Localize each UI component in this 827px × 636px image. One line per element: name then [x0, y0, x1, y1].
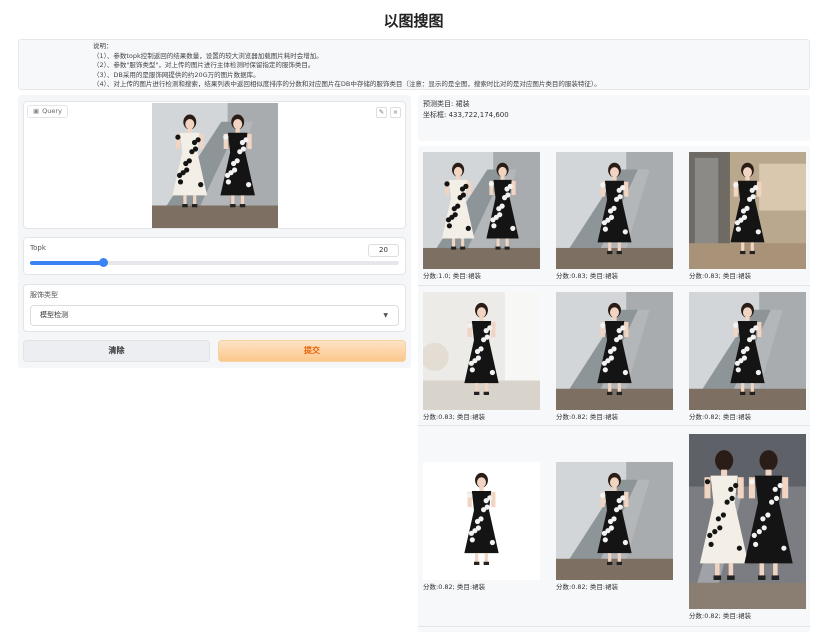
result-caption: 分数:1.0; 类目:裙装 [423, 272, 481, 280]
bounding-box-coords: 坐标框: 433,722,174,600 [423, 111, 509, 119]
description-line: （2）、参数"服饰类型"，对上传的图片进行主体检测时保留指定的服饰类目。 [93, 61, 315, 70]
topk-slider[interactable] [30, 258, 399, 267]
clothing-type-group: 服饰类型 模型检测 ▼ [23, 284, 406, 332]
result-caption: 分数:0.83; 类目:裙装 [556, 272, 619, 280]
result-item[interactable]: 分数:0.82; 类目:裙装 [556, 462, 673, 592]
page-title: 以图搜图 [383, 12, 444, 30]
result-item[interactable]: 分数:0.82; 类目:裙装 [689, 434, 806, 622]
close-icon[interactable]: × [390, 107, 401, 118]
row-divider [418, 285, 810, 286]
result-caption: 分数:0.82; 类目:裙装 [689, 413, 752, 421]
row-divider [418, 626, 810, 627]
result-item[interactable]: 分数:0.83; 类目:裙装 [689, 152, 806, 280]
row-divider [418, 425, 810, 426]
query-label: Query [42, 107, 62, 115]
result-item[interactable]: 分数:0.82; 类目:裙装 [689, 292, 806, 421]
description-line: 说明： [93, 42, 113, 50]
result-image [423, 292, 540, 410]
result-image [423, 152, 540, 269]
query-label-tag: ▣ Query [27, 105, 68, 118]
chevron-down-icon: ▼ [383, 312, 388, 319]
description-line: （1）、参数topk控制返回的结果数量，设置的较大浏览器加载图片耗时会增加。 [93, 51, 323, 60]
result-caption: 分数:0.82; 类目:裙装 [423, 583, 486, 591]
query-image [152, 103, 278, 228]
slider-thumb[interactable] [99, 258, 109, 267]
result-image [689, 152, 806, 269]
result-image [556, 152, 673, 269]
result-image [689, 434, 806, 609]
result-caption: 分数:0.82; 类目:裙装 [556, 583, 619, 591]
result-item[interactable]: 分数:0.82; 类目:裙装 [423, 462, 540, 592]
result-caption: 分数:0.82; 类目:裙装 [689, 612, 752, 620]
description-panel: 说明： （1）、参数topk控制返回的结果数量，设置的较大浏览器加载图片耗时会增… [18, 39, 810, 90]
result-image [423, 462, 540, 580]
image-icon: ▣ [33, 107, 40, 115]
result-image [556, 462, 673, 580]
result-item[interactable]: 分数:0.83; 类目:裙装 [556, 152, 673, 280]
result-item[interactable]: 分数:0.83; 类目:裙装 [423, 292, 540, 421]
clothing-type-dropdown[interactable]: 模型检测 ▼ [30, 305, 399, 326]
topk-number-input[interactable]: 20 [368, 244, 399, 257]
result-item[interactable]: 分数:0.82; 类目:裙装 [556, 292, 673, 421]
topk-label: Topk [30, 244, 46, 252]
description-line: （4）、对上传的图片进行检测和搜索，结果列表中返回相似度排序的分数和对应图片在D… [93, 80, 601, 89]
result-caption: 分数:0.83; 类目:裙装 [423, 413, 486, 421]
pencil-icon[interactable]: ✎ [376, 107, 387, 118]
clothing-type-label: 服饰类型 [30, 291, 58, 299]
result-item[interactable]: 分数:1.0; 类目:裙装 [423, 152, 540, 280]
result-caption: 分数:0.83; 类目:裙装 [689, 272, 752, 280]
result-image [556, 292, 673, 410]
predicted-category: 预测类目: 裙装 [423, 100, 470, 108]
result-image [689, 292, 806, 410]
result-caption: 分数:0.82; 类目:裙装 [556, 413, 619, 421]
slider-fill [30, 261, 104, 265]
clear-button[interactable]: 清除 [23, 340, 210, 362]
query-image-upload[interactable]: ▣ Query ✎ × [23, 101, 406, 229]
clothing-type-selected: 模型检测 [40, 311, 68, 319]
submit-button[interactable]: 提交 [218, 340, 406, 362]
prediction-panel: 预测类目: 裙装 坐标框: 433,722,174,600 [418, 95, 810, 141]
description-line: （3）、DB采用的是服饰网提供的约20G万的图片数据库。 [93, 70, 260, 79]
topk-slider-group: Topk 20 [23, 237, 406, 275]
